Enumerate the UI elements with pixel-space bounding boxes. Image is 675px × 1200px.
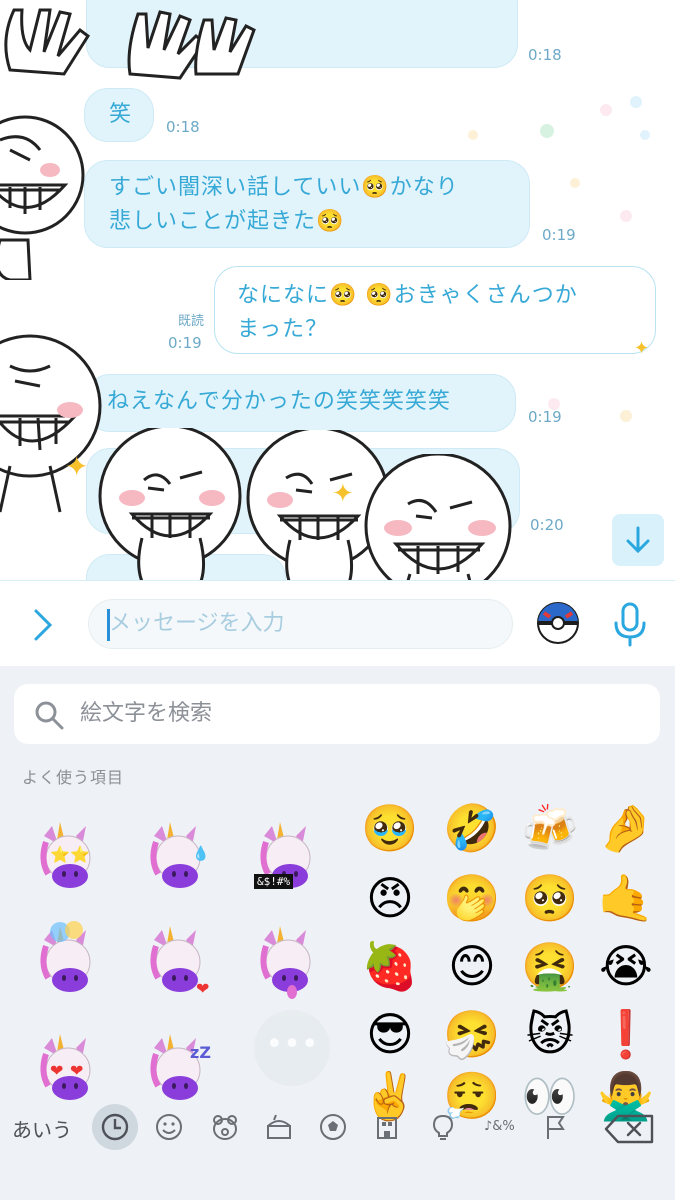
recent-icon[interactable] xyxy=(92,1104,138,1150)
section-label: よく使う項目 xyxy=(22,768,125,787)
message-bubble[interactable]: 笑 xyxy=(84,88,154,142)
smiley-icon[interactable] xyxy=(146,1104,192,1150)
symbols-label: ♪&% xyxy=(484,1119,515,1134)
emoji-search-placeholder: 絵文字を検索 xyxy=(80,701,213,726)
message-time: 0:18 xyxy=(528,46,562,64)
message-time: 0:19 xyxy=(168,334,202,352)
memoji-unicorn-sticker[interactable]: &$!#% xyxy=(250,816,330,896)
emoji-key[interactable]: 😠 xyxy=(360,868,420,928)
memoji-unicorn-sticker[interactable]: ❤ xyxy=(140,920,220,1000)
read-receipt: 既読 xyxy=(160,312,204,332)
sparkle-icon: ✦ xyxy=(634,338,650,359)
svg-text:⭐: ⭐ xyxy=(70,845,90,864)
ball-icon[interactable] xyxy=(310,1104,356,1150)
emoji-key[interactable]: 🍓 xyxy=(360,936,420,996)
bulb-icon[interactable] xyxy=(420,1104,466,1150)
animal-icon[interactable] xyxy=(202,1104,248,1150)
arrow-down-icon xyxy=(626,526,650,554)
search-icon xyxy=(35,701,64,730)
symbols-icon[interactable]: ♪&% xyxy=(476,1104,522,1150)
emoji-category-bar: あいう ♪&% xyxy=(0,1100,675,1200)
background-dot xyxy=(620,410,632,422)
emoji-keyboard: 絵文字を検索 よく使う項目 ⭐ ⭐ 💧 &$!#% ❤ ❤ ❤ zZ 🥹 🤣 🍻 🤌 😠 🤭 🥺 🤙 🍓 😊 🤮 😭… xyxy=(0,666,675,1200)
more-memoji-button[interactable]: ••• xyxy=(254,1010,330,1086)
memoji-unicorn-sticker[interactable]: ⭐ ⭐ xyxy=(30,816,110,896)
sticker-grin-face xyxy=(98,428,242,580)
emoji-key[interactable]: 🤌 xyxy=(596,798,656,858)
background-dot xyxy=(620,210,632,222)
kana-keyboard-button[interactable]: あいう xyxy=(12,1114,72,1143)
memoji-unicorn-sticker[interactable] xyxy=(30,920,110,1000)
emoji-key[interactable]: 🤧 xyxy=(442,1004,502,1064)
emoji-key[interactable]: 😊 xyxy=(442,936,502,996)
building-icon[interactable] xyxy=(364,1104,410,1150)
memoji-unicorn-sticker[interactable]: zZ xyxy=(140,1028,220,1108)
message-time: 0:19 xyxy=(528,408,562,426)
svg-text:❤: ❤ xyxy=(70,1061,83,1080)
message-text: ねえなんで分かったの笑笑笑笑笑 xyxy=(107,389,451,414)
delete-backspace-icon[interactable] xyxy=(604,1114,656,1144)
svg-text:✦: ✦ xyxy=(332,479,354,509)
memoji-badge-text: &$!#% xyxy=(254,874,294,889)
emoji-key[interactable]: 😎 xyxy=(360,1004,420,1064)
svg-text:💧: 💧 xyxy=(192,845,209,862)
food-icon[interactable] xyxy=(256,1104,302,1150)
background-dot xyxy=(540,124,554,138)
pokeball-sticker-icon[interactable] xyxy=(536,601,580,645)
memoji-unicorn-sticker[interactable] xyxy=(250,920,330,1000)
sticker-grin-face xyxy=(364,454,512,580)
message-bubble[interactable]: すごい闇深い話していい🥺かなり 悲しいことが起きた🥺 xyxy=(84,160,530,248)
scroll-to-bottom-button[interactable] xyxy=(612,514,664,566)
emoji-key[interactable]: 🥺 xyxy=(520,868,580,928)
message-time: 0:20 xyxy=(530,516,564,534)
microphone-icon[interactable] xyxy=(610,601,650,647)
message-text-line: 悲しいことが起きた🥺 xyxy=(109,209,345,234)
emoji-search-field[interactable]: 絵文字を検索 xyxy=(14,684,660,744)
message-input-bar: メッセージを入力 xyxy=(0,580,675,667)
background-dot xyxy=(630,96,642,108)
flag-icon[interactable] xyxy=(532,1104,578,1150)
svg-text:❤: ❤ xyxy=(50,1061,63,1080)
sticker-grin-face xyxy=(0,115,85,280)
message-text-line: まった？ xyxy=(237,317,329,342)
emoji-key[interactable]: 😾 xyxy=(520,1004,580,1064)
emoji-key[interactable]: ❗ xyxy=(596,1004,656,1064)
svg-text:✦: ✦ xyxy=(65,450,88,483)
message-bubble-outgoing[interactable]: なになに🥺 🥺おきゃくさんつか まった？ xyxy=(214,266,656,354)
sticker-hands xyxy=(4,8,256,80)
message-bubble[interactable]: ねえなんで分かったの笑笑笑笑笑 xyxy=(86,374,516,432)
emoji-key[interactable]: 🥹 xyxy=(360,798,420,858)
memoji-unicorn-sticker[interactable]: ❤ ❤ xyxy=(30,1028,110,1108)
memoji-unicorn-sticker[interactable]: 💧 xyxy=(140,816,220,896)
chat-area[interactable]: 0:18 笑 0:18 すごい闇深い話していい🥺かなり 悲しいことが起きた🥺 0… xyxy=(0,0,675,580)
background-dot xyxy=(570,178,580,188)
svg-text:zZ: zZ xyxy=(190,1043,211,1062)
message-time: 0:18 xyxy=(166,118,200,136)
svg-text:⭐: ⭐ xyxy=(50,845,70,864)
emoji-key[interactable]: 😭 xyxy=(596,936,656,996)
message-text-line: なになに🥺 🥺おきゃくさんつか xyxy=(237,283,578,308)
text-caret xyxy=(107,609,110,641)
background-dot xyxy=(640,130,650,140)
background-dot xyxy=(600,104,612,116)
chevron-right-icon[interactable] xyxy=(26,605,60,645)
svg-text:❤: ❤ xyxy=(196,979,209,998)
read-label: 既読 xyxy=(177,314,204,329)
emoji-key[interactable]: 🤣 xyxy=(442,798,502,858)
message-input[interactable]: メッセージを入力 xyxy=(88,599,513,649)
message-input-placeholder: メッセージを入力 xyxy=(109,611,285,636)
emoji-key[interactable]: 🤭 xyxy=(442,868,502,928)
emoji-key[interactable]: 🤮 xyxy=(520,936,580,996)
message-text: 笑 xyxy=(109,102,133,127)
emoji-key[interactable]: 🍻 xyxy=(520,798,580,858)
message-time: 0:19 xyxy=(542,226,576,244)
background-dot xyxy=(468,130,478,140)
emoji-key[interactable]: 🤙 xyxy=(596,868,656,928)
message-text-line: すごい闇深い話していい🥺かなり xyxy=(109,175,459,200)
